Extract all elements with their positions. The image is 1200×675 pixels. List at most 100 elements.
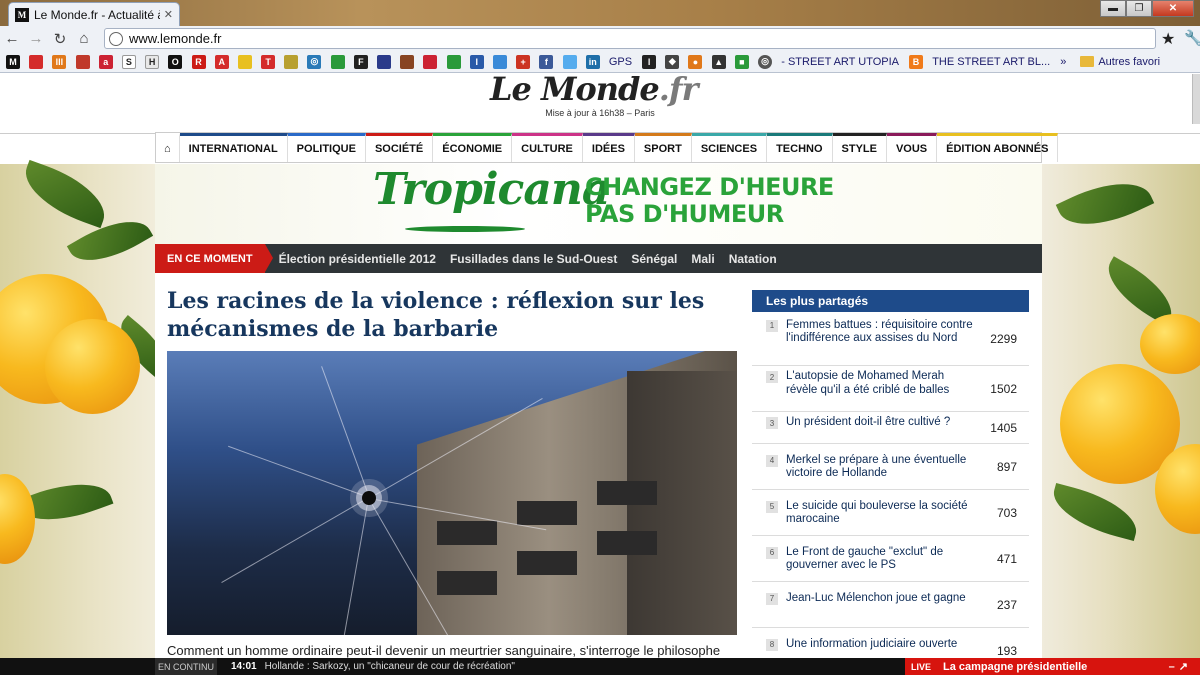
most-shared-item[interactable]: 3 Un président doit-il être cultivé ? 1405 <box>752 412 1029 444</box>
bookmark-icon[interactable]: M <box>6 54 20 69</box>
home-button[interactable]: ⌂ <box>72 28 96 50</box>
address-bar[interactable]: www.lemonde.fr <box>104 28 1156 49</box>
nav-item[interactable]: INTERNATIONAL <box>179 133 288 162</box>
bookmark-icon[interactable] <box>562 54 577 69</box>
most-shared-item[interactable]: 8 Une information judiciaire ouverte 193 <box>752 628 1029 658</box>
trending-link[interactable]: Élection présidentielle 2012 <box>279 252 436 266</box>
nav-item[interactable]: SCIENCES <box>691 133 768 162</box>
bookmark-icon[interactable]: ● <box>688 54 703 69</box>
globe-icon[interactable]: ◎ <box>758 54 773 69</box>
nav-home[interactable]: ⌂ <box>156 133 180 162</box>
browser-tab[interactable]: M Le Monde.fr - Actualité à la ✕ <box>8 2 180 26</box>
bookmark-icon[interactable]: ◎ <box>307 54 322 69</box>
most-shared-link[interactable]: Une information judiciaire ouverte <box>786 638 976 652</box>
bookmark-icon[interactable] <box>377 54 391 69</box>
nav-item[interactable]: TECHNO <box>767 133 833 162</box>
ticker-time: 14:01 <box>231 661 257 672</box>
most-shared-title: Les plus partagés <box>752 290 1029 312</box>
most-shared-link[interactable]: L'autopsie de Mohamed Merah révèle qu'il… <box>786 370 976 397</box>
most-shared-item[interactable]: 1 Femmes battues : réquisitoire contre l'… <box>752 312 1029 366</box>
bookmark-icon[interactable]: in <box>585 54 600 69</box>
bookmark-icon[interactable]: S <box>121 54 136 69</box>
bookmark-icon[interactable]: ▲ <box>711 54 726 69</box>
nav-item[interactable]: VOUS <box>886 133 938 162</box>
bookmark-icon[interactable]: R <box>191 54 206 69</box>
bookmark-icon[interactable] <box>29 54 44 69</box>
bookmark-icon[interactable]: l <box>642 54 657 69</box>
nav-item[interactable]: IDÉES <box>582 133 635 162</box>
maximize-button[interactable]: ❐ <box>1126 0 1152 17</box>
most-shared-link[interactable]: Le Front de gauche "exclut" de gouverner… <box>786 546 976 573</box>
bookmark-icon[interactable] <box>330 54 345 69</box>
bookmark-icon[interactable]: f <box>539 54 554 69</box>
bookmark-icon[interactable]: F <box>353 54 368 69</box>
le-monde-logo[interactable]: Le Monde.fr <box>490 74 699 108</box>
ticker-headline[interactable]: Hollande : Sarkozy, un "chicaneur de cou… <box>265 661 515 672</box>
most-shared-link[interactable]: Un président doit-il être cultivé ? <box>786 416 976 430</box>
nav-item[interactable]: ÉDITION ABONNÉS <box>937 133 1059 162</box>
most-shared-link[interactable]: Merkel se prépare à une éventuelle victo… <box>786 454 976 481</box>
nav-item[interactable]: SPORT <box>634 133 692 162</box>
blogger-icon[interactable]: B <box>909 54 924 69</box>
minimize-button[interactable]: ▬ <box>1100 0 1126 17</box>
most-shared-link[interactable]: Le suicide qui bouleverse la société mar… <box>786 500 976 527</box>
live-tag: LIVE <box>911 661 932 672</box>
wrench-menu-icon[interactable]: 🔧 <box>1184 29 1200 47</box>
home-icon: ⌂ <box>164 143 171 155</box>
bookmark-icon[interactable] <box>237 54 252 69</box>
most-shared-item[interactable]: 6 Le Front de gauche "exclut" de gouverne… <box>752 536 1029 582</box>
nav-item[interactable]: CULTURE <box>512 133 583 162</box>
bookmark-icon[interactable]: H <box>145 54 160 69</box>
bookmark-star-icon[interactable]: ★ <box>1161 29 1175 49</box>
live-box[interactable]: LIVE La campagne présidentielle –↗ <box>905 658 1200 675</box>
bookmark-icon[interactable]: ■ <box>734 54 749 69</box>
close-window-button[interactable]: ✕ <box>1152 0 1194 17</box>
nav-item[interactable]: POLITIQUE <box>287 133 366 162</box>
bookmark-gps[interactable]: GPS <box>609 56 632 68</box>
article-photo-broken-glass[interactable] <box>167 351 737 635</box>
most-shared-link[interactable]: Jean-Luc Mélenchon joue et gagne <box>786 592 976 606</box>
trending-link[interactable]: Natation <box>729 252 777 266</box>
bookmark-icon[interactable]: a <box>98 54 113 69</box>
back-button[interactable]: ← <box>0 28 24 50</box>
bookmark-icon[interactable]: T <box>261 54 276 69</box>
bookmark-icon[interactable]: lll <box>52 54 67 69</box>
trending-link[interactable]: Mali <box>691 252 714 266</box>
most-shared-item[interactable]: 7 Jean-Luc Mélenchon joue et gagne 237 <box>752 582 1029 628</box>
bookmark-icon[interactable]: ◆ <box>665 54 680 69</box>
most-shared-item[interactable]: 2 L'autopsie de Mohamed Merah révèle qu'i… <box>752 366 1029 412</box>
nav-item[interactable]: STYLE <box>832 133 887 162</box>
bookmark-icon[interactable] <box>400 54 415 69</box>
bookmark-icon[interactable]: O <box>168 54 183 69</box>
arrow-right-icon: → <box>28 30 44 47</box>
most-shared-link[interactable]: Femmes battues : réquisitoire contre l'i… <box>786 319 976 346</box>
bookmark-icon[interactable] <box>492 54 507 69</box>
tab-close-icon[interactable]: ✕ <box>164 8 173 21</box>
live-minimize-expand-icon[interactable]: –↗ <box>1169 660 1192 673</box>
article-headline[interactable]: Les racines de la violence : réflexion s… <box>167 287 727 343</box>
bookmark-icon[interactable] <box>423 54 438 69</box>
most-shared-item[interactable]: 5 Le suicide qui bouleverse la société ma… <box>752 490 1029 536</box>
tropicana-banner-ad[interactable]: Tropicana CHANGEZ D'HEURE PAS D'HUMEUR <box>155 164 1042 244</box>
nav-item[interactable]: ÉCONOMIE <box>433 133 513 162</box>
bookmark-street-art-blog[interactable]: THE STREET ART BL... <box>932 56 1050 68</box>
bookmarks-more-chevron-icon[interactable]: » <box>1060 56 1066 68</box>
page-scrollbar[interactable] <box>1192 74 1200 124</box>
reload-button[interactable]: ↻ <box>48 28 72 50</box>
bookmark-icon[interactable] <box>446 54 461 69</box>
forward-button[interactable]: → <box>24 28 48 50</box>
bookmark-icon[interactable] <box>284 54 299 69</box>
nav-item[interactable]: SOCIÉTÉ <box>365 133 434 162</box>
bookmark-icon[interactable]: I <box>469 54 484 69</box>
reload-icon: ↻ <box>53 30 67 48</box>
rank-badge: 3 <box>766 417 778 429</box>
bookmark-street-art-utopia[interactable]: - STREET ART UTOPIA <box>781 56 899 68</box>
bookmark-icon[interactable]: A <box>214 54 229 69</box>
rank-badge: 2 <box>766 371 778 383</box>
bookmark-icon[interactable]: + <box>516 54 531 69</box>
bookmark-folder-other[interactable]: Autres favori <box>1098 56 1160 68</box>
trending-link[interactable]: Fusillades dans le Sud-Ouest <box>450 252 617 266</box>
most-shared-item[interactable]: 4 Merkel se prépare à une éventuelle vict… <box>752 444 1029 490</box>
trending-link[interactable]: Sénégal <box>631 252 677 266</box>
bookmark-icon[interactable] <box>75 54 90 69</box>
